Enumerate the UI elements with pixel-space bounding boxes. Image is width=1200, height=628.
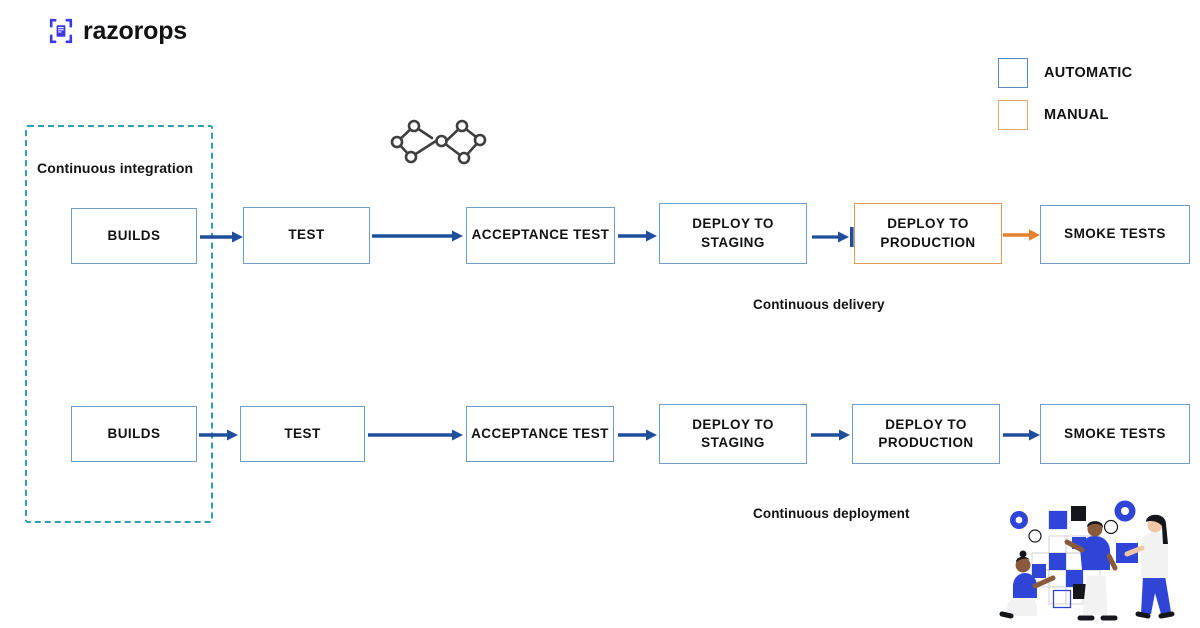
stage-label: DEPLOY TO PRODUCTION: [880, 216, 976, 250]
connector-production-to-smoke-delivery: [1003, 228, 1041, 242]
team-building-blocks-illustration: [975, 498, 1190, 623]
stage-deploy-to-production-deployment[interactable]: DEPLOY TO PRODUCTION: [852, 404, 1000, 464]
connector-acceptance-to-staging-deployment: [618, 428, 658, 442]
razorops-bracket-logo-icon: [48, 18, 74, 44]
connector-staging-to-production-gate: [812, 226, 856, 248]
stage-deploy-to-production-delivery[interactable]: DEPLOY TO PRODUCTION: [854, 203, 1002, 264]
connector-builds-to-test-delivery: [200, 230, 244, 244]
stage-test-delivery[interactable]: TEST: [243, 207, 370, 264]
brand-logo[interactable]: razorops: [48, 18, 187, 44]
caption-continuous-delivery: Continuous delivery: [753, 297, 885, 312]
legend-label-automatic: AUTOMATIC: [1044, 65, 1133, 81]
continuous-integration-label: Continuous integration: [37, 160, 194, 176]
connector-production-to-smoke-deployment: [1003, 428, 1041, 442]
devops-infinity-nodes-icon: [384, 108, 504, 178]
stage-label: BUILDS: [107, 425, 161, 441]
legend-swatch-manual: [998, 100, 1028, 130]
stage-label: BUILDS: [107, 227, 161, 243]
stage-label: DEPLOY TO STAGING: [692, 416, 774, 450]
legend: AUTOMATIC MANUAL: [998, 58, 1132, 142]
stage-smoke-tests-delivery[interactable]: SMOKE TESTS: [1040, 205, 1190, 264]
brand-name: razorops: [83, 17, 187, 45]
legend-item-automatic: AUTOMATIC: [998, 58, 1132, 88]
stage-builds-deployment[interactable]: BUILDS: [71, 406, 197, 462]
caption-continuous-deployment: Continuous deployment: [753, 506, 910, 521]
stage-label: DEPLOY TO PRODUCTION: [878, 416, 974, 450]
stage-acceptance-test-deployment[interactable]: ACCEPTANCE TEST: [466, 406, 614, 462]
stage-label: DEPLOY TO STAGING: [692, 216, 774, 250]
connector-staging-to-production-deployment: [811, 428, 851, 442]
legend-label-manual: MANUAL: [1044, 107, 1109, 123]
legend-swatch-automatic: [998, 58, 1028, 88]
connector-builds-to-test-deployment: [199, 428, 239, 442]
continuous-integration-group: [25, 125, 213, 523]
legend-item-manual: MANUAL: [998, 100, 1132, 130]
connector-acceptance-to-staging-delivery: [618, 229, 658, 243]
stage-label: TEST: [288, 227, 325, 243]
stage-label: ACCEPTANCE TEST: [471, 227, 610, 243]
stage-label: TEST: [284, 425, 321, 441]
stage-deploy-to-staging-delivery[interactable]: DEPLOY TO STAGING: [659, 203, 807, 264]
stage-deploy-to-staging-deployment[interactable]: DEPLOY TO STAGING: [659, 404, 807, 464]
connector-test-to-acceptance-deployment: [368, 428, 464, 442]
stage-builds-delivery[interactable]: BUILDS: [71, 208, 197, 264]
connector-test-to-acceptance-delivery: [372, 229, 464, 243]
stage-test-deployment[interactable]: TEST: [240, 406, 365, 462]
stage-acceptance-test-delivery[interactable]: ACCEPTANCE TEST: [466, 207, 615, 264]
stage-label: ACCEPTANCE TEST: [471, 425, 609, 441]
stage-smoke-tests-deployment[interactable]: SMOKE TESTS: [1040, 404, 1190, 464]
stage-label: SMOKE TESTS: [1064, 425, 1166, 441]
diagram-canvas: razorops AUTOMATIC MANUAL Continuous int…: [0, 0, 1200, 627]
stage-label: SMOKE TESTS: [1064, 226, 1166, 242]
